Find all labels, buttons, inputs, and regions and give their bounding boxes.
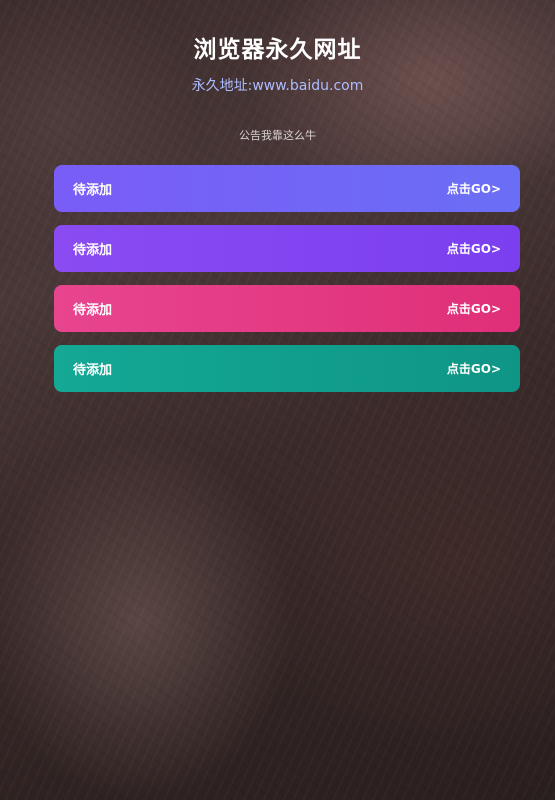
permanent-address: 永久地址:www.baidu.com — [191, 78, 364, 94]
link-label: 待添加 — [73, 183, 113, 198]
link-card-1[interactable]: 待添加 点击GO> — [54, 165, 520, 212]
page-title: 浏览器永久网址 — [193, 37, 362, 63]
go-button[interactable]: 点击GO> — [447, 180, 501, 197]
link-label: 待添加 — [73, 363, 113, 378]
main-content: 浏览器永久网址 永久地址:www.baidu.com 公告我靠这么牛 待添加 点… — [0, 0, 555, 392]
link-card-3[interactable]: 待添加 点击GO> — [54, 285, 520, 332]
go-button[interactable]: 点击GO> — [447, 240, 501, 257]
go-button[interactable]: 点击GO> — [447, 300, 501, 317]
link-card-2[interactable]: 待添加 点击GO> — [54, 225, 520, 272]
link-label: 待添加 — [73, 303, 113, 318]
link-list: 待添加 点击GO> 待添加 点击GO> 待添加 点击GO> 待添加 点击GO> — [0, 165, 555, 392]
page-background: 浏览器永久网址 永久地址:www.baidu.com 公告我靠这么牛 待添加 点… — [0, 0, 555, 800]
link-label: 待添加 — [73, 243, 113, 258]
go-button[interactable]: 点击GO> — [447, 360, 501, 377]
link-card-4[interactable]: 待添加 点击GO> — [54, 345, 520, 392]
announcement: 公告我靠这么牛 — [239, 129, 316, 142]
